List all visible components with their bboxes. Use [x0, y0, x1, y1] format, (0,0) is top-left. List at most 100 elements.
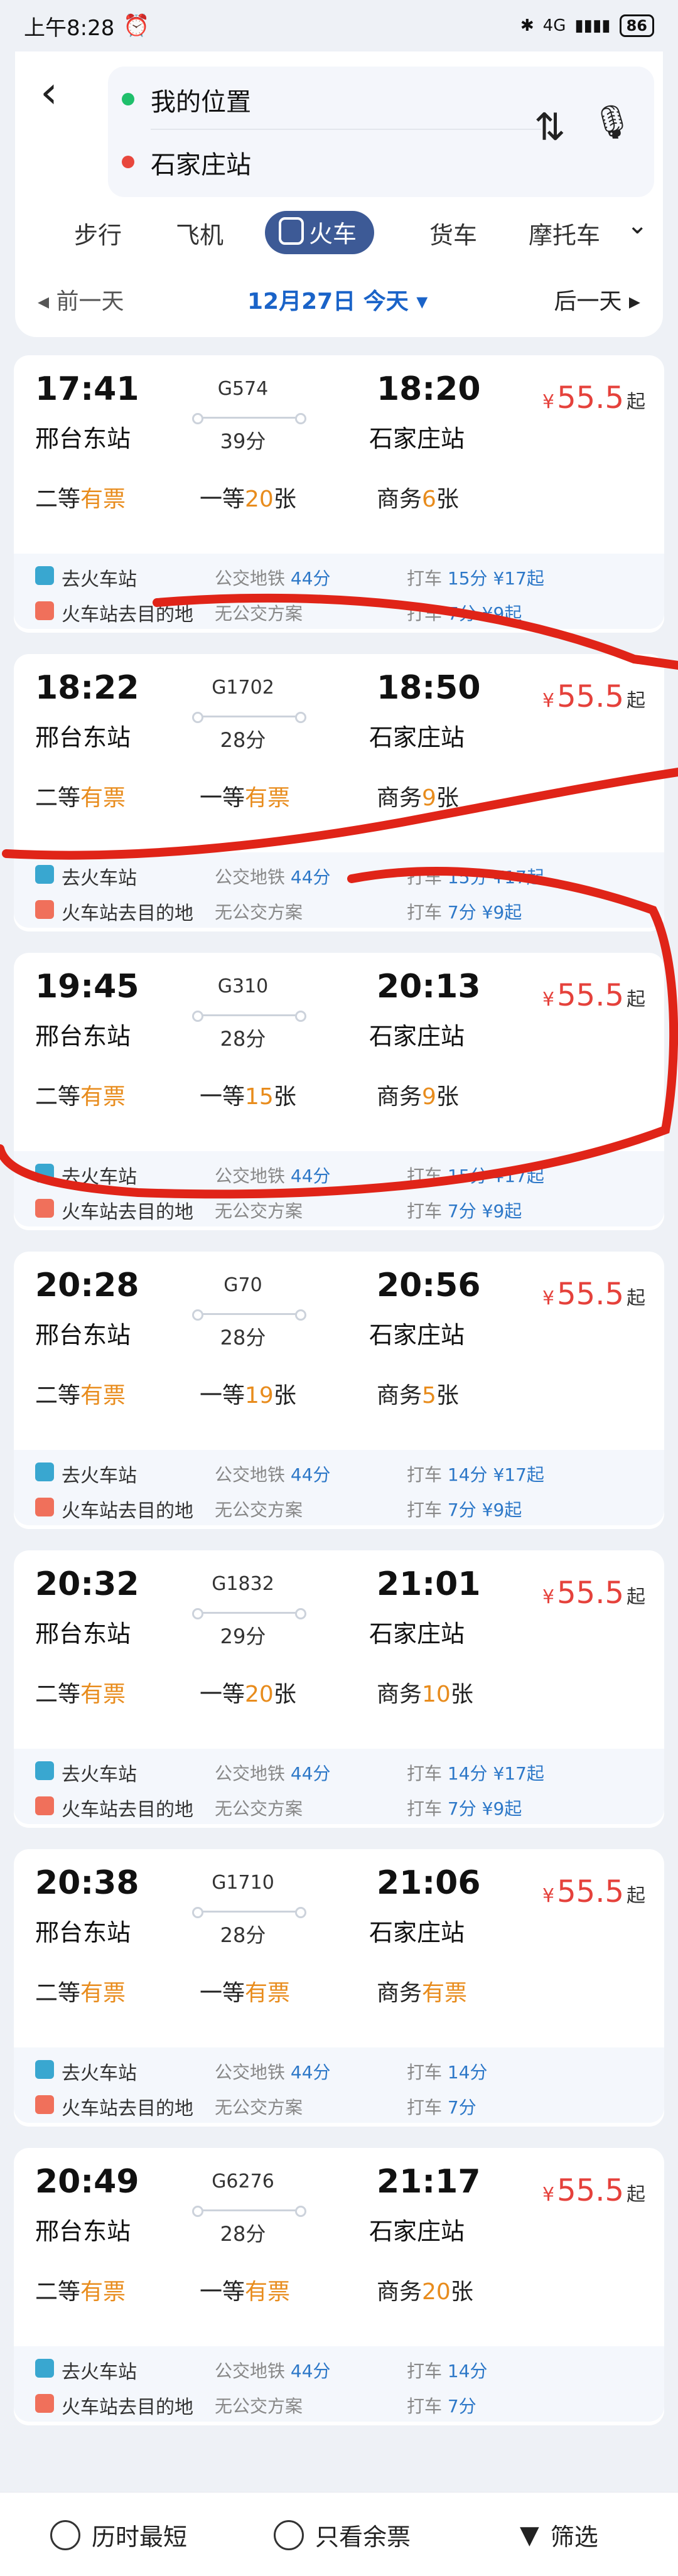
train-card[interactable]: 20:38 G1710 28分 21:06 ¥55.5 起 邢台东站 石家庄站 二…	[14, 1849, 664, 2127]
train-number: G6276	[212, 2171, 274, 2192]
arrival-station: 石家庄站	[369, 1321, 465, 1349]
shortest-duration-toggle[interactable]: 历时最短	[50, 2518, 187, 2552]
available-only-label: 只看余票	[315, 2523, 411, 2551]
microphone-icon[interactable]: 🎙	[591, 103, 633, 141]
transit-info: 无公交方案	[215, 902, 303, 923]
first-class-seats: 一等20张	[200, 486, 296, 512]
tab-truck[interactable]: 货车	[429, 216, 477, 250]
train-card[interactable]: 20:32 G1832 29分 21:01 ¥55.5 起 邢台东站 石家庄站 二…	[14, 1550, 664, 1828]
bus-icon	[35, 1462, 54, 1481]
to-station-row[interactable]: 去火车站 公交地铁 44分 打车 15分 ¥17起	[14, 857, 664, 893]
train-number: G1702	[212, 677, 274, 699]
price: ¥55.5 起	[542, 1575, 645, 1611]
to-station-row[interactable]: 去火车站 公交地铁 44分 打车 14分	[14, 2053, 664, 2088]
tab-plane[interactable]: 飞机	[176, 216, 223, 250]
filter-button[interactable]: ▼ 筛选	[520, 2518, 598, 2552]
tab-motorcycle[interactable]: 摩托车	[529, 216, 604, 250]
from-station-row[interactable]: 火车站去目的地 无公交方案 打车 7分 ¥9起	[14, 1191, 664, 1226]
transfer-info: 去火车站 公交地铁 44分 打车 14分 ¥17起 火车站去目的地 无公交方案 …	[14, 1749, 664, 1824]
train-card[interactable]: 19:45 G310 28分 20:13 ¥55.5 起 邢台东站 石家庄站 二等…	[14, 953, 664, 1230]
destination-field[interactable]: 石家庄站	[151, 144, 251, 181]
first-class-seats: 一等有票	[200, 1980, 291, 2006]
car-icon	[35, 1796, 54, 1815]
taxi-info: 打车 7分 ¥9起	[407, 902, 522, 923]
search-header: ‹ 我的位置 石家庄站 ⇄ 🎙 步行 飞机 火车 货车 摩托车 ⌄ ◂ 前一天 …	[15, 51, 663, 337]
arrival-time: 21:06	[377, 1864, 481, 1902]
status-bar: 上午8:28 ⏰ ✱ 4G ▮▮▮▮ 86	[0, 0, 678, 51]
filter-label: 筛选	[550, 2523, 598, 2551]
to-station-row[interactable]: 去火车站 公交地铁 44分 打车 14分 ¥17起	[14, 1455, 664, 1490]
bus-icon	[35, 2359, 54, 2378]
to-station-label: 去火车站	[62, 2063, 137, 2085]
second-class-seats: 二等有票	[35, 2279, 126, 2305]
train-number: G310	[217, 975, 269, 997]
bluetooth-icon: ✱	[520, 16, 534, 35]
arrival-time: 21:01	[377, 1565, 481, 1603]
bus-icon	[35, 865, 54, 884]
from-station-row[interactable]: 火车站去目的地 无公交方案 打车 7分	[14, 2088, 664, 2123]
to-station-row[interactable]: 去火车站 公交地铁 44分 打车 14分 ¥17起	[14, 1754, 664, 1789]
to-station-row[interactable]: 去火车站 公交地铁 44分 打车 14分	[14, 2351, 664, 2386]
transfer-info: 去火车站 公交地铁 44分 打车 15分 ¥17起 火车站去目的地 无公交方案 …	[14, 852, 664, 928]
arrival-time: 21:17	[377, 2163, 481, 2201]
car-icon	[35, 601, 54, 620]
train-card[interactable]: 17:41 G574 39分 18:20 ¥55.5 起 邢台东站 石家庄站 二等…	[14, 355, 664, 633]
route-line	[192, 1309, 306, 1321]
route-input-box[interactable]: 我的位置 石家庄站 ⇄ 🎙	[108, 67, 654, 197]
duration: 28分	[220, 1326, 266, 1350]
from-station-row[interactable]: 火车站去目的地 无公交方案 打车 7分 ¥9起	[14, 1789, 664, 1824]
from-station-row[interactable]: 火车站去目的地 无公交方案 打车 7分	[14, 2386, 664, 2422]
destination-dot-icon	[122, 156, 134, 168]
business-class-seats: 商务20张	[377, 2279, 473, 2305]
train-card[interactable]: 18:22 G1702 28分 18:50 ¥55.5 起 邢台东站 石家庄站 二…	[14, 654, 664, 931]
departure-time: 20:28	[35, 1267, 139, 1304]
business-class-seats: 商务5张	[377, 1383, 459, 1409]
tab-train[interactable]: 火车	[265, 211, 375, 254]
route-line	[192, 413, 306, 424]
car-icon	[35, 1498, 54, 1516]
chevron-down-icon[interactable]: ⌄	[627, 211, 648, 240]
available-only-toggle[interactable]: 只看余票	[274, 2518, 411, 2552]
taxi-info: 打车 7分 ¥9起	[407, 1798, 522, 1819]
price: ¥55.5 起	[542, 978, 645, 1013]
from-station-row[interactable]: 火车站去目的地 无公交方案 打车 7分 ¥9起	[14, 893, 664, 928]
prev-day-button[interactable]: ◂ 前一天	[38, 283, 124, 316]
departure-station: 邢台东站	[35, 1919, 131, 1946]
from-station-row[interactable]: 火车站去目的地 无公交方案 打车 7分 ¥9起	[14, 594, 664, 629]
second-class-seats: 二等有票	[35, 1980, 126, 2006]
departure-time: 20:32	[35, 1565, 139, 1603]
departure-station: 邢台东站	[35, 425, 131, 453]
business-class-seats: 商务10张	[377, 1682, 473, 1707]
divider	[151, 129, 541, 130]
signal-label: 4G	[542, 16, 566, 35]
train-number: G1832	[212, 1573, 274, 1595]
first-class-seats: 一等有票	[200, 785, 291, 811]
train-card[interactable]: 20:49 G6276 28分 21:17 ¥55.5 起 邢台东站 石家庄站 二…	[14, 2148, 664, 2425]
origin-field[interactable]: 我的位置	[151, 82, 251, 118]
departure-time: 18:22	[35, 669, 139, 707]
battery-indicator: 86	[619, 14, 654, 37]
car-icon	[35, 2394, 54, 2413]
from-station-label: 火车站去目的地	[62, 604, 193, 626]
back-icon[interactable]: ‹	[40, 70, 58, 114]
from-station-label: 火车站去目的地	[62, 2396, 193, 2418]
transit-info: 无公交方案	[215, 1798, 303, 1819]
to-station-row[interactable]: 去火车站 公交地铁 44分 打车 15分 ¥17起	[14, 559, 664, 594]
route-line	[192, 1011, 306, 1022]
bus-icon	[35, 2060, 54, 2079]
route-line	[192, 1907, 306, 1918]
arrival-station: 石家庄站	[369, 1022, 465, 1050]
to-station-row[interactable]: 去火车站 公交地铁 44分 打车 15分 ¥17起	[14, 1156, 664, 1191]
price: ¥55.5 起	[542, 1277, 645, 1312]
from-station-row[interactable]: 火车站去目的地 无公交方案 打车 7分 ¥9起	[14, 1490, 664, 1525]
next-day-button[interactable]: 后一天 ▸	[554, 283, 640, 316]
transit-info: 无公交方案	[215, 1201, 303, 1221]
second-class-seats: 二等有票	[35, 785, 126, 811]
swap-icon[interactable]: ⇄	[529, 110, 573, 142]
train-number: G1710	[212, 1872, 274, 1894]
tab-walk[interactable]: 步行	[74, 216, 122, 250]
car-icon	[35, 900, 54, 919]
arrival-station: 石家庄站	[369, 2218, 465, 2245]
train-card[interactable]: 20:28 G70 28分 20:56 ¥55.5 起 邢台东站 石家庄站 二等有…	[14, 1252, 664, 1529]
date-selector[interactable]: 12月27日 今天 ▾	[247, 283, 428, 316]
